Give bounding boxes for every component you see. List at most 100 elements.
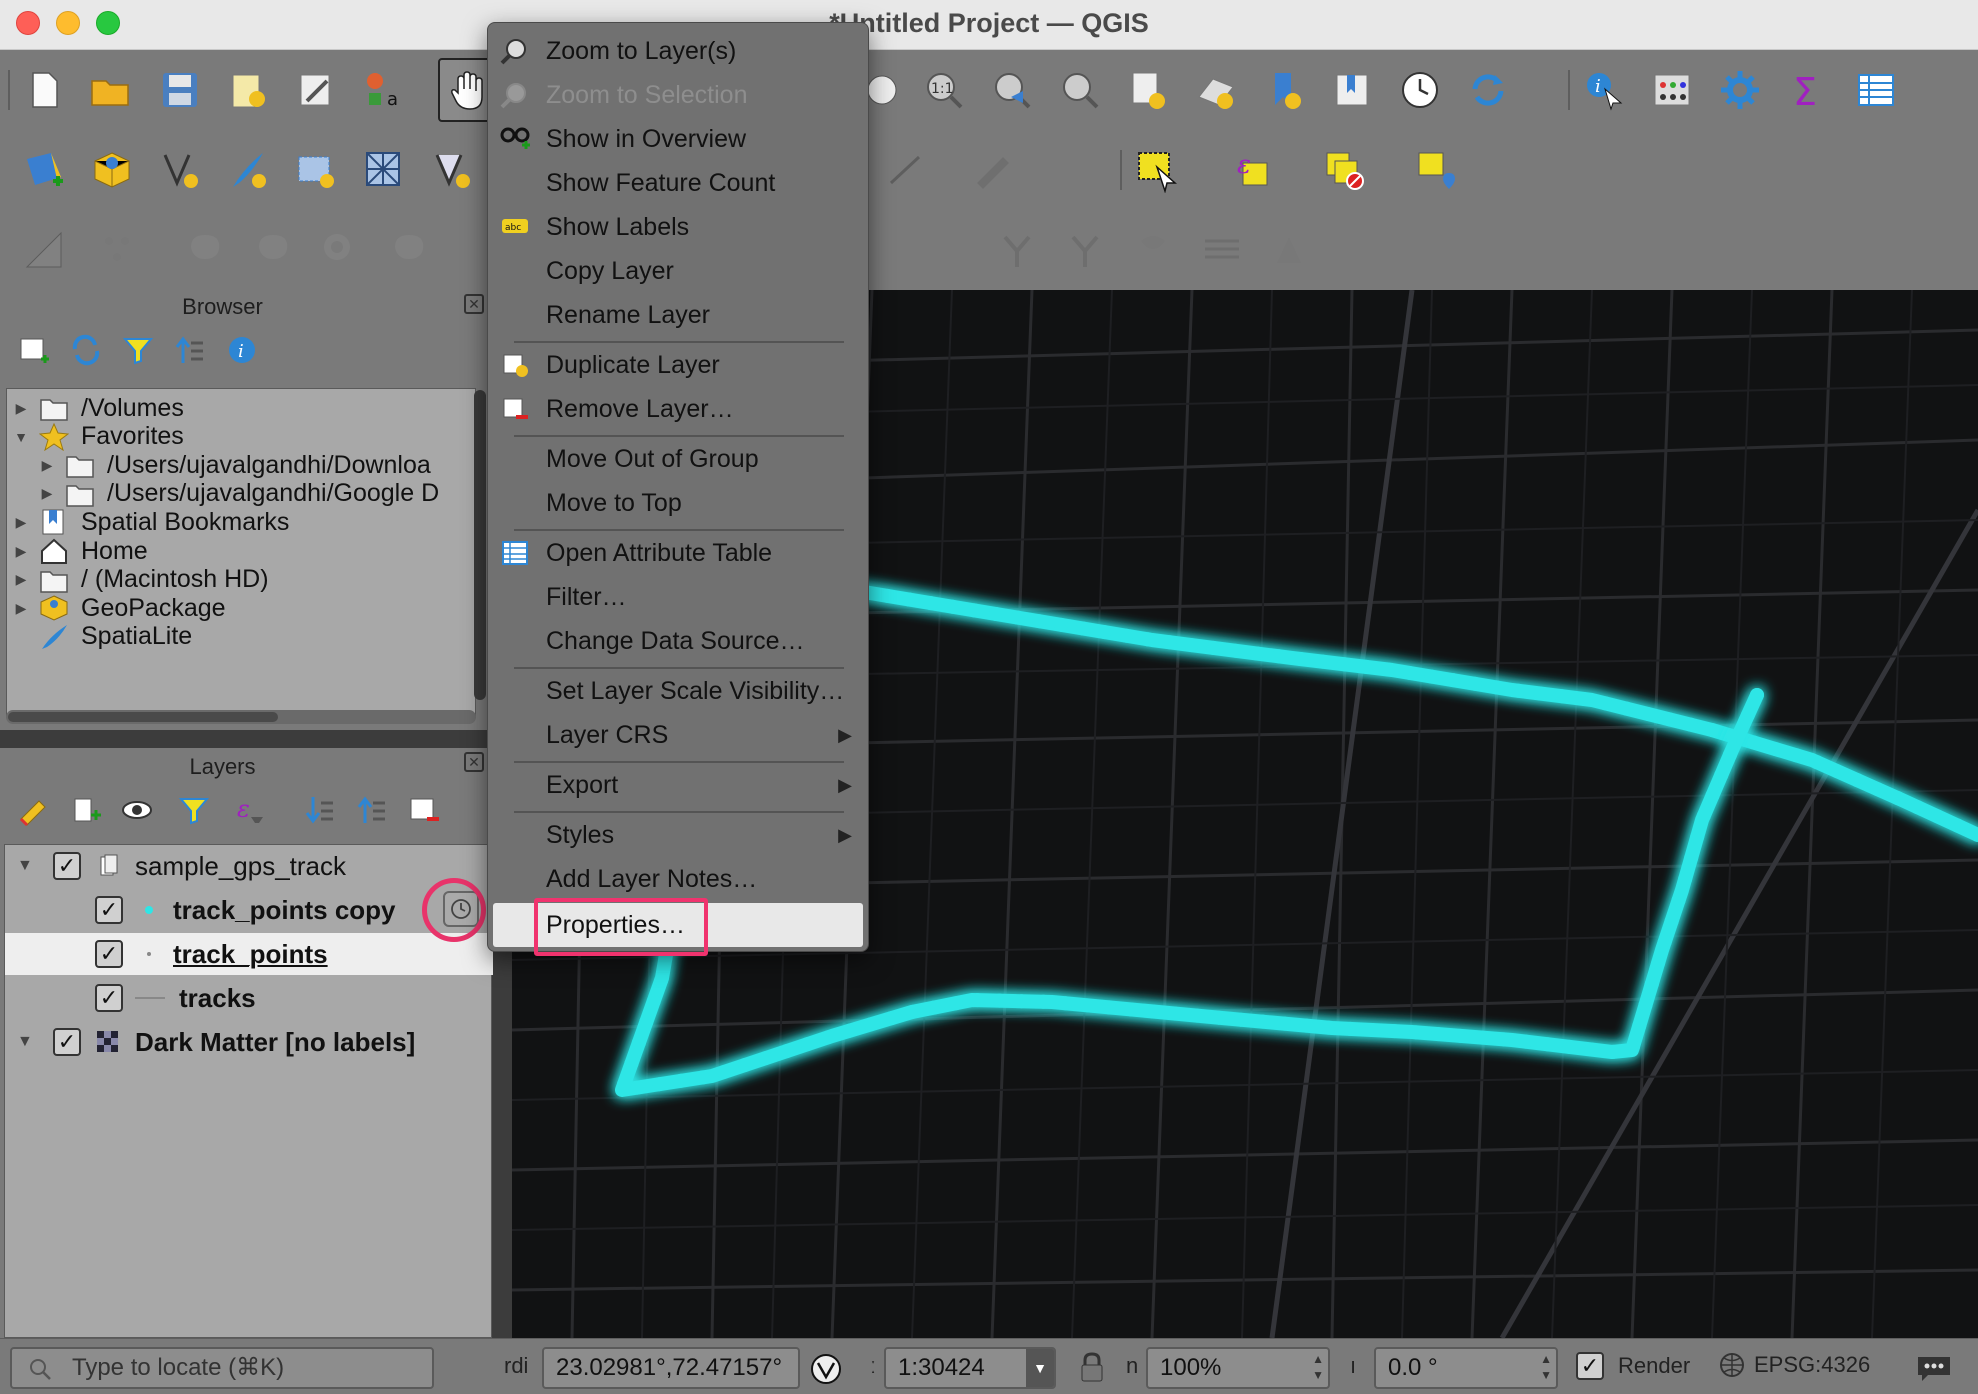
zoom-native-resolution-icon[interactable]: 1:1 [918, 64, 970, 116]
magnifier-spinner-icon[interactable]: ▲ ▼ [1312, 1351, 1324, 1383]
locator-search-input[interactable]: Type to locate (⌘K) [10, 1347, 434, 1389]
remove-layer-icon[interactable] [404, 790, 444, 830]
collapse-all-layers-icon[interactable] [352, 790, 392, 830]
zoom-last-icon[interactable] [986, 64, 1038, 116]
select-by-location-icon[interactable] [1410, 144, 1462, 196]
browser-scrollbar-thumb[interactable] [8, 712, 278, 722]
magnifier-field[interactable]: 100% ▲ ▼ [1146, 1347, 1330, 1389]
menu-item-zoom-to-selection[interactable]: Zoom to Selection [488, 73, 868, 117]
menu-item-show-labels[interactable]: abc Show Labels [488, 205, 868, 249]
temporal-controller-icon[interactable] [1394, 64, 1446, 116]
menu-item-set-layer-scale-visibility[interactable]: Set Layer Scale Visibility… [488, 669, 868, 713]
expand-all-icon[interactable] [300, 790, 340, 830]
expand-arrow-icon[interactable]: ▶ [13, 600, 29, 617]
menu-item-export[interactable]: Export ▶ [488, 763, 868, 807]
expand-arrow-icon[interactable]: ▶ [13, 571, 29, 588]
show-spatial-bookmarks-icon[interactable] [1326, 64, 1378, 116]
attribute-table-icon[interactable] [1850, 64, 1902, 116]
new-print-layout-icon[interactable] [222, 64, 274, 116]
layout-manager-icon[interactable] [290, 64, 342, 116]
toggle-extents-icon[interactable] [808, 1351, 844, 1387]
render-checkbox[interactable]: ✓ [1576, 1352, 1604, 1380]
select-features-icon[interactable] [1132, 144, 1184, 196]
split-features-icon[interactable] [992, 224, 1044, 276]
refresh-browser-icon[interactable] [66, 330, 106, 370]
open-layer-styling-icon[interactable] [14, 790, 54, 830]
browser-item[interactable]: SpatiaLite [7, 619, 475, 655]
layer-group-sample-gps-track[interactable]: ▼ ✓ sample_gps_track [5, 845, 493, 887]
menu-item-zoom-to-layer[interactable]: Zoom to Layer(s) [488, 29, 868, 73]
scale-field[interactable]: 1:30424 ▼ [884, 1347, 1056, 1389]
new-mesh-layer-icon[interactable] [358, 144, 410, 196]
close-browser-panel-icon[interactable]: ✕ [464, 294, 484, 314]
layers-tree[interactable]: ▼ ✓ sample_gps_track ✓ track_points copy… [4, 844, 493, 1338]
crs-button[interactable]: EPSG:4326 [1718, 1351, 1870, 1379]
rotate-feature-icon[interactable] [178, 224, 230, 276]
close-layers-panel-icon[interactable]: ✕ [464, 752, 484, 772]
collapse-arrow-icon[interactable]: ▼ [17, 857, 33, 875]
menu-item-show-feature-count[interactable]: Show Feature Count [488, 161, 868, 205]
menu-item-rename-layer[interactable]: Rename Layer [488, 293, 868, 337]
render-toggle[interactable]: ✓ Render [1576, 1352, 1690, 1380]
style-manager-icon[interactable]: a [358, 64, 410, 116]
filter-by-expression-icon[interactable]: ε [230, 790, 270, 830]
expand-arrow-icon[interactable]: ▶ [39, 485, 55, 502]
new-virtual-layer-icon[interactable] [290, 144, 342, 196]
manage-map-themes-icon[interactable] [118, 790, 158, 830]
menu-item-copy-layer[interactable]: Copy Layer [488, 249, 868, 293]
layer-visibility-checkbox[interactable]: ✓ [95, 896, 123, 924]
messages-icon[interactable] [1914, 1353, 1954, 1383]
split-parts-icon[interactable] [1060, 224, 1112, 276]
collapse-all-icon[interactable] [170, 330, 210, 370]
refresh-icon[interactable] [1462, 64, 1514, 116]
expand-arrow-icon[interactable]: ▶ [39, 457, 55, 474]
menu-item-open-attribute-table[interactable]: Open Attribute Table [488, 531, 868, 575]
menu-item-show-in-overview[interactable]: Show in Overview [488, 117, 868, 161]
layer-visibility-checkbox[interactable]: ✓ [95, 984, 123, 1012]
layer-visibility-checkbox[interactable]: ✓ [53, 1028, 81, 1056]
layer-tracks[interactable]: ✓ tracks [5, 977, 493, 1019]
zoom-next-icon[interactable] [1054, 64, 1106, 116]
menu-item-filter[interactable]: Filter… [488, 575, 868, 619]
save-project-icon[interactable] [154, 64, 206, 116]
rotation-field[interactable]: 0.0 ° ▲ ▼ [1374, 1347, 1558, 1389]
statistical-summary-icon[interactable]: Σ [1782, 64, 1834, 116]
menu-item-styles[interactable]: Styles ▶ [488, 813, 868, 857]
menu-item-change-data-source[interactable]: Change Data Source… [488, 619, 868, 663]
add-ring-icon[interactable] [314, 224, 366, 276]
expand-arrow-icon[interactable]: ▶ [13, 400, 29, 417]
new-shapefile-layer-icon[interactable] [154, 144, 206, 196]
rotation-spinner-icon[interactable]: ▲ ▼ [1540, 1351, 1552, 1383]
layer-visibility-checkbox[interactable]: ✓ [53, 852, 81, 880]
browser-horizontal-scrollbar[interactable] [6, 710, 476, 724]
add-selected-layers-icon[interactable] [14, 330, 54, 370]
identify-features-icon[interactable]: i [1578, 64, 1630, 116]
new-project-icon[interactable] [18, 64, 70, 116]
select-by-expression-icon[interactable]: ε [1226, 144, 1278, 196]
enable-advanced-digitizing-icon[interactable] [18, 224, 70, 276]
coordinate-field[interactable]: 23.02981°,72.47157° [542, 1347, 800, 1389]
layer-dark-matter[interactable]: ▼ ✓ Dark Matter [no labels] [5, 1021, 493, 1063]
new-spatial-bookmark-icon[interactable] [1258, 64, 1310, 116]
menu-item-duplicate-layer[interactable]: Duplicate Layer [488, 343, 868, 387]
collapse-arrow-icon[interactable]: ▼ [17, 1033, 33, 1051]
new-spatialite-layer-icon[interactable] [222, 144, 274, 196]
lock-scale-icon[interactable] [1078, 1351, 1106, 1385]
new-3d-map-view-icon[interactable] [1190, 64, 1242, 116]
filter-browser-icon[interactable] [118, 330, 158, 370]
open-project-icon[interactable] [85, 64, 137, 116]
add-part-icon[interactable] [382, 224, 434, 276]
deselect-features-icon[interactable] [1318, 144, 1370, 196]
digitize-with-segment-icon[interactable] [966, 144, 1018, 196]
menu-item-layer-crs[interactable]: Layer CRS ▶ [488, 713, 868, 757]
layer-track-points-copy[interactable]: ✓ track_points copy [5, 889, 493, 931]
menu-item-move-out-of-group[interactable]: Move Out of Group [488, 437, 868, 481]
simplify-feature-icon[interactable] [246, 224, 298, 276]
enable-properties-widget-icon[interactable]: i [222, 330, 262, 370]
menu-item-move-to-top[interactable]: Move to Top [488, 481, 868, 525]
new-map-view-icon[interactable] [1122, 64, 1174, 116]
data-source-manager-icon[interactable] [18, 144, 70, 196]
new-vector-tile-layer-icon[interactable] [426, 144, 478, 196]
expand-arrow-icon[interactable]: ▶ [13, 514, 29, 531]
merge-features-icon[interactable] [1128, 224, 1180, 276]
